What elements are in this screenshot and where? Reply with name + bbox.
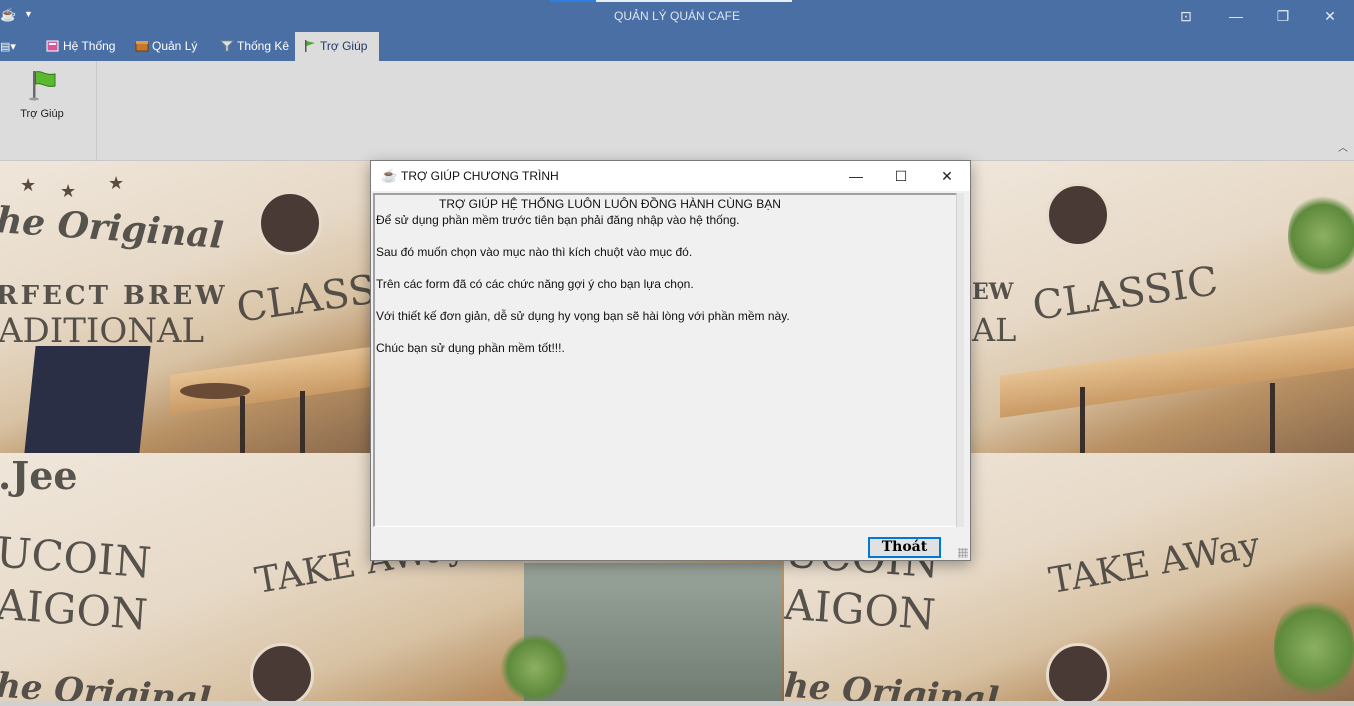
table-leg (1270, 383, 1275, 453)
wall-text: EW (972, 279, 1014, 305)
status-bar (0, 701, 1354, 706)
wall-text: AL (972, 311, 1017, 349)
wall-text: he Original (0, 199, 225, 257)
exit-button[interactable]: Thoát (868, 537, 941, 558)
help-heading: TRỢ GIÚP HỆ THỐNG LUÔN LUÔN ĐỒNG HÀNH CÙ… (439, 197, 781, 211)
wall-text: CLASSIC (233, 260, 370, 332)
table-top (170, 346, 370, 416)
close-button[interactable]: ✕ (1320, 6, 1340, 26)
dialog-title-bar[interactable]: ☕ TRỢ GIÚP CHƯƠNG TRÌNH — ☐ ✕ (371, 161, 970, 191)
tab-label: Hệ Thống (63, 39, 116, 53)
tab-tro-giup[interactable]: Trợ Giúp (295, 32, 379, 61)
dialog-maximize-button[interactable]: ☐ (886, 165, 916, 187)
notebook-icon (46, 40, 59, 52)
cafe-logo (258, 191, 322, 255)
tab-he-thong[interactable]: Hệ Thống (38, 32, 123, 61)
collapse-ribbon-icon[interactable]: ︿ (1338, 139, 1348, 154)
green-flag-icon (29, 71, 56, 101)
window-title-bar: ☕ ▼ QUẢN LÝ QUÁN CAFE ⊡ — ❐ ✕ (0, 0, 1354, 32)
restore-ribbon-icon[interactable]: ⊡ (1176, 6, 1196, 26)
minimize-button[interactable]: — (1226, 6, 1246, 26)
help-line: Sau đó muốn chọn vào mục nào thì kích ch… (376, 245, 693, 259)
wall-text: RFECT BREW (0, 281, 228, 311)
star-icon: ★ (60, 181, 77, 201)
help-dialog: ☕ TRỢ GIÚP CHƯƠNG TRÌNH — ☐ ✕ TRỢ GIÚP H… (370, 160, 971, 561)
tab-label: Quản Lý (152, 39, 198, 53)
dialog-title: TRỢ GIÚP CHƯƠNG TRÌNH (401, 169, 559, 183)
help-line: Với thiết kế đơn giản, dễ sử dụng hy vọn… (376, 309, 790, 323)
funnel-icon (220, 40, 234, 52)
ribbon-group-help: Trợ Giúp (0, 61, 97, 160)
wall-text: CLASSIC (1029, 258, 1221, 330)
cafe-photo-tile: ★ ★ ★ he Original RFECT BREW ADITIONAL C… (0, 161, 370, 453)
ribbon-tab-bar: ▤▾ Hệ Thống Quản Lý Thống Kê Trợ Giúp (0, 32, 1354, 61)
scrollbar[interactable] (956, 193, 964, 527)
star-icon: ★ (20, 175, 37, 195)
wall-text: he Original (0, 665, 213, 706)
dialog-close-button[interactable]: ✕ (932, 165, 962, 187)
tab-quan-ly[interactable]: Quản Lý (127, 32, 205, 61)
cafe-logo (250, 643, 314, 706)
cafe-logo (1046, 643, 1110, 706)
wall-text: UCOIN (0, 527, 153, 588)
stool-seat (180, 383, 250, 399)
maximize-button[interactable]: ❐ (1273, 6, 1293, 26)
cafe-photo-tile: CLASSIC EW AL (970, 161, 1354, 453)
flag-icon (305, 40, 315, 52)
table-leg (1080, 387, 1085, 453)
table-leg (240, 396, 245, 453)
coffee-cup-icon: ☕ (381, 168, 398, 183)
tab-label: Thống Kê (237, 39, 290, 53)
wall-text: ADITIONAL (0, 311, 205, 351)
tab-thong-ke[interactable]: Thống Kê (212, 32, 297, 61)
chair (24, 346, 151, 453)
wall-text: TAKE AWay (1046, 524, 1263, 603)
plant (1274, 593, 1354, 703)
help-text-box[interactable]: TRỢ GIÚP HỆ THỐNG LUÔN LUÔN ĐỒNG HÀNH CÙ… (373, 193, 963, 527)
plant (500, 633, 570, 703)
wall-text: .Jee (0, 453, 78, 498)
help-button-label: Trợ Giúp (20, 108, 64, 120)
plant (1288, 191, 1354, 281)
help-line: Để sử dụng phần mềm trước tiên bạn phải … (376, 213, 740, 227)
star-icon: ★ (108, 173, 125, 193)
resize-grip-icon[interactable] (958, 548, 968, 558)
help-button[interactable]: Trợ Giúp (12, 69, 72, 127)
cafe-logo (1046, 183, 1110, 247)
tab-label: Trợ Giúp (320, 39, 368, 53)
quick-access-menu-icon[interactable]: ▤▾ (0, 40, 18, 54)
wall-text: AIGON (784, 579, 938, 640)
box-icon (135, 41, 149, 52)
wall-text: AIGON (0, 579, 150, 640)
window-title: QUẢN LÝ QUÁN CAFE (613, 9, 741, 23)
help-line: Chúc bạn sử dụng phần mềm tốt!!!. (376, 341, 565, 355)
help-line: Trên các form đã có các chức năng gợi ý … (376, 277, 694, 291)
dialog-minimize-button[interactable]: — (841, 165, 871, 187)
table-leg (300, 391, 305, 453)
table-top (1000, 326, 1354, 418)
title-accent-line (550, 0, 792, 2)
ribbon-panel: Trợ Giúp ︿ (0, 61, 1354, 161)
wall-text: he Original (784, 665, 1001, 706)
